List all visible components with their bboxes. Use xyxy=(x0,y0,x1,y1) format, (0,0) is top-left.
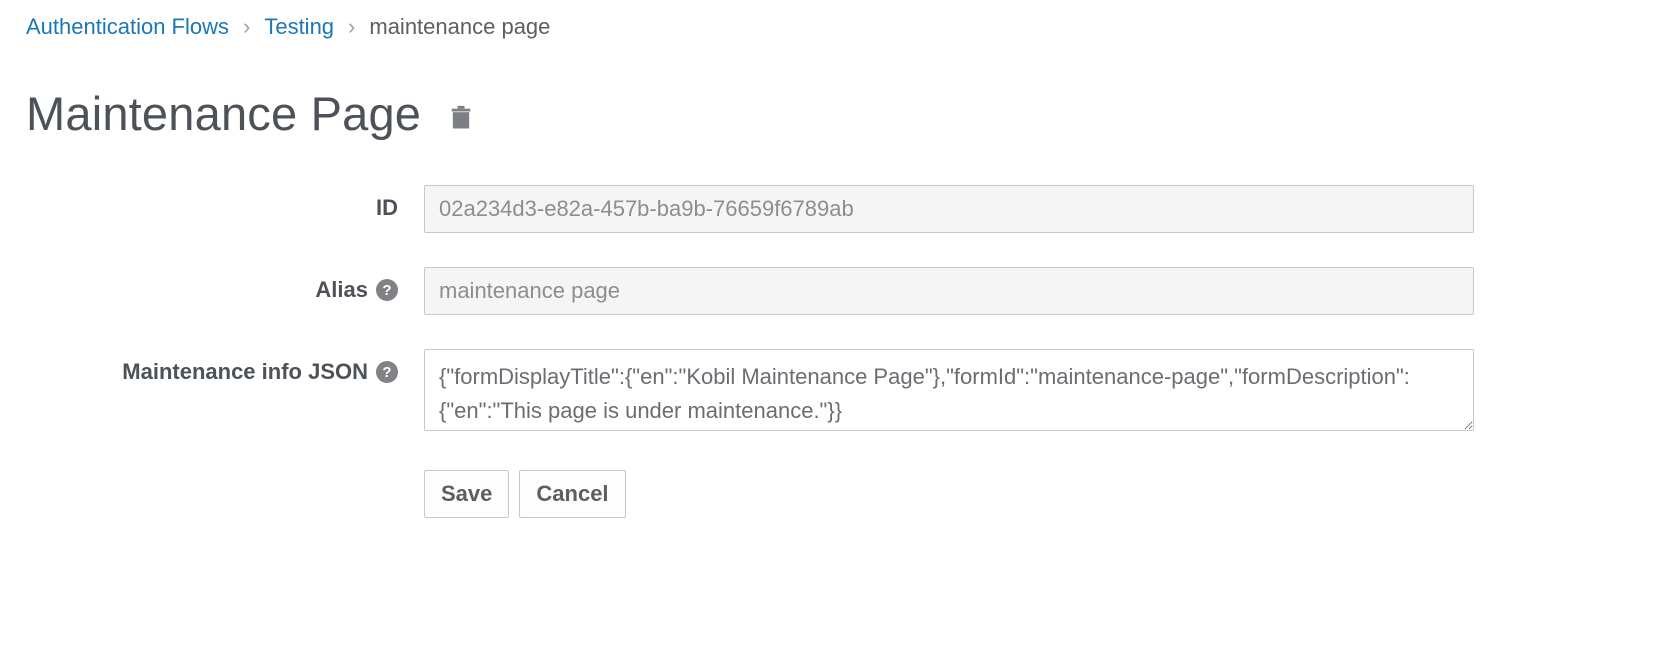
row-maintenance-json: Maintenance info JSON ? {"formDisplayTit… xyxy=(26,349,1654,436)
page-title: Maintenance Page xyxy=(26,86,421,141)
breadcrumb-link-auth-flows[interactable]: Authentication Flows xyxy=(26,14,229,40)
id-field xyxy=(424,185,1474,233)
label-id: ID xyxy=(376,195,398,221)
breadcrumb: Authentication Flows › Testing › mainten… xyxy=(26,14,1654,40)
breadcrumb-current: maintenance page xyxy=(369,14,550,40)
help-icon[interactable]: ? xyxy=(376,361,398,383)
form: ID Alias ? Maintenance info JSON ? {"for… xyxy=(26,185,1654,518)
row-id: ID xyxy=(26,185,1654,233)
breadcrumb-link-testing[interactable]: Testing xyxy=(264,14,334,40)
alias-field xyxy=(424,267,1474,315)
maintenance-json-field[interactable]: {"formDisplayTitle":{"en":"Kobil Mainten… xyxy=(424,349,1474,431)
cancel-button[interactable]: Cancel xyxy=(519,470,625,518)
label-maintenance-json: Maintenance info JSON xyxy=(122,359,368,385)
help-icon[interactable]: ? xyxy=(376,279,398,301)
chevron-right-icon: › xyxy=(348,14,355,40)
label-alias: Alias xyxy=(315,277,368,303)
row-alias: Alias ? xyxy=(26,267,1654,315)
trash-icon[interactable] xyxy=(447,102,475,134)
save-button[interactable]: Save xyxy=(424,470,509,518)
chevron-right-icon: › xyxy=(243,14,250,40)
